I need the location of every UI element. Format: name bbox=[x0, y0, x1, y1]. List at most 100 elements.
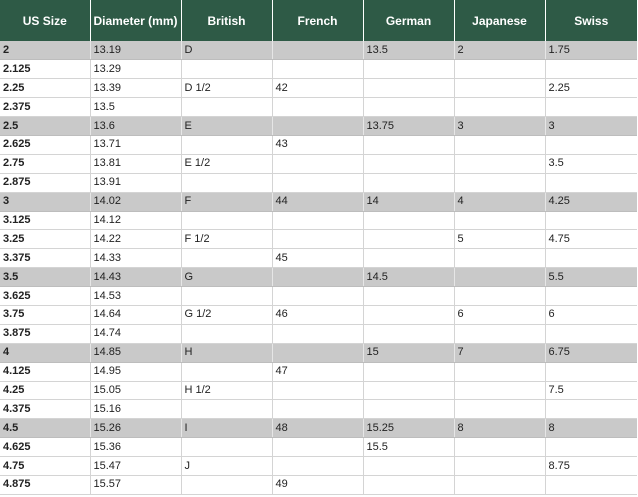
cell-german: 15.25 bbox=[363, 418, 455, 439]
cell-french bbox=[272, 211, 364, 231]
cell-swiss bbox=[545, 362, 637, 382]
cell-swiss bbox=[545, 59, 637, 80]
cell-swiss bbox=[545, 399, 637, 420]
cell-german: 15 bbox=[363, 343, 455, 363]
cell-swiss: 7.5 bbox=[545, 381, 637, 401]
cell-french bbox=[272, 41, 364, 61]
cell-british bbox=[181, 362, 273, 382]
cell-us-size: 2 bbox=[0, 41, 91, 61]
table-row: 2.25 13.39 D 1/2 42 2.25 bbox=[0, 78, 637, 99]
table-row: 4.625 15.36 15.5 bbox=[0, 437, 637, 458]
cell-german bbox=[363, 381, 455, 401]
cell-us-size: 3.875 bbox=[0, 324, 91, 344]
cell-diameter: 15.16 bbox=[90, 399, 182, 420]
cell-german bbox=[363, 305, 455, 325]
cell-german: 14 bbox=[363, 192, 455, 212]
cell-german: 13.75 bbox=[363, 116, 455, 136]
cell-british bbox=[181, 399, 273, 420]
header-diameter: Diameter (mm) bbox=[90, 0, 182, 41]
cell-british bbox=[181, 437, 273, 458]
table-row: 2.125 13.29 bbox=[0, 59, 637, 80]
header-british: British bbox=[181, 0, 273, 41]
cell-british bbox=[181, 286, 273, 306]
table-row: 3.75 14.64 G 1/2 46 6 6 bbox=[0, 305, 637, 325]
cell-swiss: 3 bbox=[545, 116, 637, 136]
cell-us-size: 2.5 bbox=[0, 116, 91, 136]
cell-us-size: 4.75 bbox=[0, 456, 91, 476]
cell-french bbox=[272, 154, 364, 174]
table-body: 2 13.19 D 13.5 2 1.75 2.125 13.29 2.25 13.39 D 1/2… bbox=[0, 41, 637, 495]
cell-french bbox=[272, 59, 364, 80]
cell-japanese: 2 bbox=[454, 41, 546, 61]
ring-size-conversion-table: US Size Diameter (mm) British French Ger… bbox=[0, 0, 637, 495]
cell-swiss: 4.75 bbox=[545, 229, 637, 250]
cell-german: 15.5 bbox=[363, 437, 455, 458]
table-row: 2.625 13.71 43 bbox=[0, 135, 637, 155]
header-swiss: Swiss bbox=[545, 0, 637, 41]
cell-german bbox=[363, 59, 455, 80]
cell-japanese bbox=[454, 173, 546, 193]
cell-french: 45 bbox=[272, 248, 364, 269]
cell-french: 49 bbox=[272, 475, 364, 495]
cell-british: I bbox=[181, 418, 273, 439]
cell-diameter: 15.57 bbox=[90, 475, 182, 495]
table-row: 2 13.19 D 13.5 2 1.75 bbox=[0, 41, 637, 61]
cell-japanese bbox=[454, 267, 546, 288]
table-row: 3.25 14.22 F 1/2 5 4.75 bbox=[0, 229, 637, 250]
cell-french: 47 bbox=[272, 362, 364, 382]
cell-swiss bbox=[545, 324, 637, 344]
cell-british: E bbox=[181, 116, 273, 136]
cell-french bbox=[272, 286, 364, 306]
table-row: 4.25 15.05 H 1/2 7.5 bbox=[0, 381, 637, 401]
cell-us-size: 3.625 bbox=[0, 286, 91, 306]
cell-japanese bbox=[454, 381, 546, 401]
cell-japanese: 7 bbox=[454, 343, 546, 363]
cell-japanese bbox=[454, 135, 546, 155]
cell-french: 42 bbox=[272, 78, 364, 99]
cell-diameter: 15.47 bbox=[90, 456, 182, 476]
cell-japanese bbox=[454, 78, 546, 99]
cell-german: 13.5 bbox=[363, 41, 455, 61]
cell-us-size: 2.75 bbox=[0, 154, 91, 174]
cell-british bbox=[181, 59, 273, 80]
cell-japanese: 3 bbox=[454, 116, 546, 136]
cell-diameter: 14.43 bbox=[90, 267, 182, 288]
cell-swiss: 2.25 bbox=[545, 78, 637, 99]
cell-us-size: 3.75 bbox=[0, 305, 91, 325]
cell-us-size: 4 bbox=[0, 343, 91, 363]
cell-british bbox=[181, 173, 273, 193]
header-us-size: US Size bbox=[0, 0, 91, 41]
cell-us-size: 4.5 bbox=[0, 418, 91, 439]
table-row: 3.125 14.12 bbox=[0, 211, 637, 231]
table-row: 4.5 15.26 I 48 15.25 8 8 bbox=[0, 418, 637, 439]
cell-french: 46 bbox=[272, 305, 364, 325]
table-row: 2.75 13.81 E 1/2 3.5 bbox=[0, 154, 637, 174]
cell-us-size: 4.625 bbox=[0, 437, 91, 458]
cell-french bbox=[272, 267, 364, 288]
cell-british: H 1/2 bbox=[181, 381, 273, 401]
cell-diameter: 13.5 bbox=[90, 97, 182, 118]
cell-british bbox=[181, 248, 273, 269]
cell-diameter: 15.26 bbox=[90, 418, 182, 439]
table-row: 3.5 14.43 G 14.5 5.5 bbox=[0, 267, 637, 288]
cell-swiss: 3.5 bbox=[545, 154, 637, 174]
cell-swiss: 6.75 bbox=[545, 343, 637, 363]
cell-us-size: 3.125 bbox=[0, 211, 91, 231]
cell-us-size: 3 bbox=[0, 192, 91, 212]
cell-british: E 1/2 bbox=[181, 154, 273, 174]
cell-british: D bbox=[181, 41, 273, 61]
cell-swiss: 8.75 bbox=[545, 456, 637, 476]
cell-japanese bbox=[454, 286, 546, 306]
cell-swiss bbox=[545, 211, 637, 231]
table-row: 3.625 14.53 bbox=[0, 286, 637, 306]
cell-swiss: 5.5 bbox=[545, 267, 637, 288]
cell-british: J bbox=[181, 456, 273, 476]
cell-german bbox=[363, 173, 455, 193]
cell-diameter: 13.81 bbox=[90, 154, 182, 174]
cell-french bbox=[272, 97, 364, 118]
table-row: 4.375 15.16 bbox=[0, 399, 637, 420]
cell-swiss: 1.75 bbox=[545, 41, 637, 61]
cell-us-size: 2.625 bbox=[0, 135, 91, 155]
cell-british bbox=[181, 97, 273, 118]
table-row: 4.75 15.47 J 8.75 bbox=[0, 456, 637, 476]
